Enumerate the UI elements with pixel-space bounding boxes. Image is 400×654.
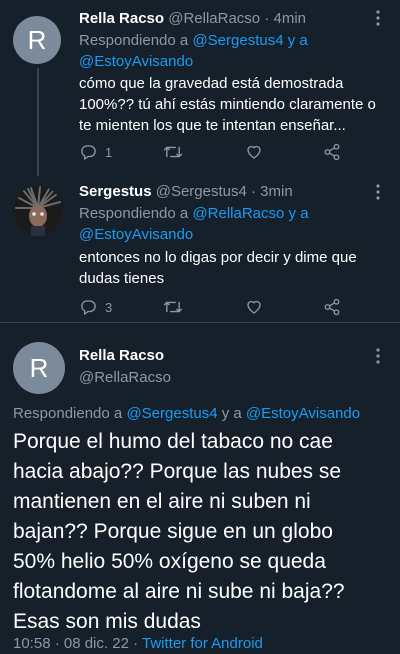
mention-link[interactable]: @Sergestus4 [192, 32, 283, 49]
user-handle[interactable]: @Sergestus4 [156, 183, 247, 200]
replying-and: y a [287, 32, 308, 49]
like-button[interactable] [245, 143, 323, 161]
retweet-icon [163, 298, 183, 316]
mention-link[interactable]: @EstoyAvisando [246, 405, 360, 422]
avatar-letter: R [29, 352, 49, 383]
replying-to: Respondiendo a @Sergestus4 y a @EstoyAvi… [13, 403, 360, 424]
display-name[interactable]: Rella Racso [79, 347, 164, 364]
reply-icon [79, 143, 97, 161]
share-button[interactable] [323, 298, 341, 316]
tweet-text-line: 50% helio 50% oxígeno se queda [13, 550, 326, 573]
replying-prefix: Respondiendo a [13, 405, 123, 422]
display-name[interactable]: Sergestus [79, 183, 152, 200]
tweet-text-line: 100%?? tú ahí estás mintiendo claramente… [79, 96, 376, 113]
more-icon[interactable] [376, 348, 380, 364]
thread-line [37, 68, 39, 176]
user-handle[interactable]: @RellaRacso [168, 10, 260, 27]
user-handle[interactable]: @RellaRacso [79, 369, 171, 386]
avatar-image [13, 186, 63, 236]
replying-to: Respondiendo a @Sergestus4 y a @EstoyAvi… [79, 30, 308, 72]
display-name[interactable]: Rella Racso [79, 10, 164, 27]
tweet-2[interactable]: Sergestus @Sergestus4 · 3min Respondiend… [0, 172, 400, 322]
mention-link[interactable]: @Sergestus4 [126, 405, 217, 422]
replying-prefix: Respondiendo a [79, 205, 189, 222]
mention-link[interactable]: @EstoyAvisando [79, 53, 193, 70]
avatar-letter: R [27, 24, 47, 55]
replying-prefix: Respondiendo a [79, 32, 189, 49]
share-icon [323, 143, 341, 161]
mention-link[interactable]: @RellaRacso [192, 205, 284, 222]
avatar[interactable]: R [13, 342, 65, 394]
more-icon[interactable] [376, 10, 380, 26]
tweet-text: cómo que la gravedad está demostrada 100… [79, 73, 376, 136]
tweet-header: Rella Racso @RellaRacso · 4min [79, 10, 306, 27]
tweet-text: entonces no lo digas por decir y dime qu… [79, 247, 357, 289]
tweet-text-line: flotandome al aire ni sube ni baja?? [13, 580, 345, 603]
tweet-meta: 10:58 · 08 dic. 22 · Twitter for Android [13, 633, 263, 654]
avatar[interactable]: R [13, 16, 61, 64]
mention-link[interactable]: @EstoyAvisando [79, 226, 193, 243]
reply-count: 1 [105, 144, 113, 160]
retweet-button[interactable] [163, 143, 245, 161]
share-icon [323, 298, 341, 316]
timestamp[interactable]: · 4min [264, 10, 306, 27]
like-button[interactable] [245, 298, 323, 316]
display-name-text: Rella Racso [79, 347, 165, 364]
replying-and: y a [221, 405, 242, 422]
tweet-text-line: bajan?? Porque sigue en un globo [13, 520, 333, 543]
tweet-text-line: entonces no lo digas por decir y dime qu… [79, 249, 357, 266]
avatar[interactable] [13, 186, 63, 236]
retweet-icon [163, 143, 183, 161]
tweet-text-line: mantienen en el aire ni suben ni [13, 490, 311, 513]
reply-count: 3 [105, 299, 113, 315]
replying-to: Respondiendo a @RellaRacso y a @EstoyAvi… [79, 203, 309, 245]
like-icon [245, 298, 263, 316]
tweet-1[interactable]: R Rella Racso @RellaRacso · 4min Respond… [0, 0, 400, 176]
tweet-text-line: Porque el humo del tabaco no cae [13, 430, 333, 453]
reply-icon [79, 298, 97, 316]
share-button[interactable] [323, 143, 341, 161]
tweet-text-line: hacia abajo?? Porque las nubes se [13, 460, 342, 483]
reply-button[interactable]: 1 [79, 143, 163, 161]
timestamp[interactable]: · 3min [251, 183, 293, 200]
more-icon[interactable] [376, 184, 380, 200]
replying-and: y a [288, 205, 309, 222]
action-bar: 3 [79, 298, 341, 316]
tweet-text-line: cómo que la gravedad está demostrada [79, 75, 344, 92]
like-icon [245, 143, 263, 161]
reply-button[interactable]: 3 [79, 298, 163, 316]
tweet-text-line: te mienten los que te intentan enseñar..… [79, 117, 346, 134]
retweet-button[interactable] [163, 298, 245, 316]
tweet-text-line: dudas tienes [79, 270, 165, 287]
tweet-header: Sergestus @Sergestus4 · 3min [79, 183, 293, 200]
main-tweet-text: Porque el humo del tabaco no cae hacia a… [13, 427, 345, 637]
main-tweet: R Rella Racso @RellaRacso Respondiendo a… [0, 323, 400, 654]
tweet-datetime[interactable]: 10:58 · 08 dic. 22 · [13, 635, 138, 652]
action-bar: 1 [79, 143, 341, 161]
tweet-source-link[interactable]: Twitter for Android [142, 635, 263, 652]
